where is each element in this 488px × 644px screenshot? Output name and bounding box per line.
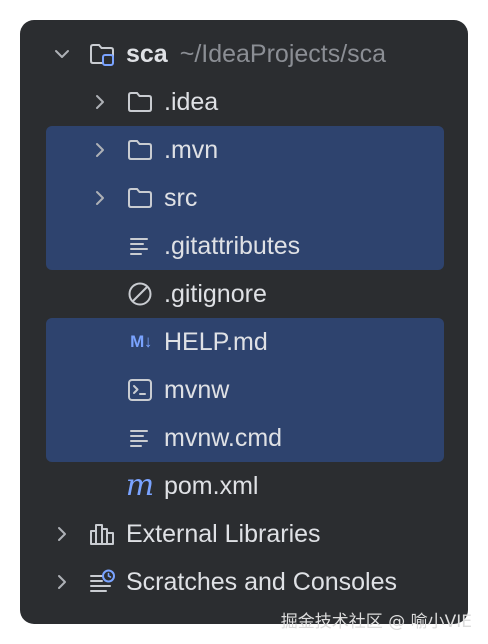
markdown-badge: M↓	[130, 332, 152, 351]
watermark: 掘金技术社区 @ 喻小VIE	[280, 612, 472, 632]
tree-item-scratches[interactable]: Scratches and Consoles	[20, 558, 468, 606]
tree-item-external-libraries[interactable]: External Libraries	[20, 510, 468, 558]
folder-icon	[126, 184, 154, 212]
markdown-file-icon: M↓	[124, 328, 158, 356]
tree-item-label: HELP.md	[164, 328, 268, 356]
tree-item-gitattributes[interactable]: .gitattributes	[20, 222, 468, 270]
terminal-file-icon	[126, 376, 154, 404]
maven-badge: m	[125, 468, 155, 503]
tree-item-label: src	[164, 184, 198, 212]
library-icon	[88, 520, 116, 548]
tree-item-label: mvnw.cmd	[164, 424, 283, 452]
maven-pom-icon: m	[125, 468, 155, 503]
tree-item-mvnw[interactable]: mvnw	[20, 366, 468, 414]
tree-item-label: .idea	[164, 88, 219, 116]
tree-item-label: mvnw	[164, 376, 230, 404]
folder-icon	[126, 88, 154, 116]
tree-item-mvn[interactable]: .mvn	[20, 126, 468, 174]
scratches-icon	[88, 568, 116, 596]
project-name: sca	[126, 40, 168, 68]
chevron-down-icon[interactable]	[52, 44, 72, 64]
project-tree-panel: sca ~/IdeaProjects/sca .idea .mvn src .g…	[20, 20, 468, 624]
tree-item-help-md[interactable]: M↓ HELP.md	[20, 318, 468, 366]
tree-item-label: .gitattributes	[164, 232, 301, 260]
tree-item-idea[interactable]: .idea	[20, 78, 468, 126]
tree-root-sca[interactable]: sca ~/IdeaProjects/sca	[20, 30, 468, 78]
text-file-icon	[126, 424, 154, 452]
tree-item-label: External Libraries	[126, 520, 321, 548]
chevron-right-icon[interactable]	[90, 92, 110, 112]
tree-item-label: Scratches and Consoles	[126, 568, 397, 596]
project-path: ~/IdeaProjects/sca	[179, 40, 387, 68]
tree-item-label: .mvn	[164, 136, 219, 164]
ignored-file-icon	[126, 280, 154, 308]
folder-icon	[126, 136, 154, 164]
tree-item-pom-xml[interactable]: m pom.xml	[20, 462, 468, 510]
tree-item-label: pom.xml	[164, 472, 259, 500]
tree-item-gitignore[interactable]: .gitignore	[20, 270, 468, 318]
tree-item-src[interactable]: src	[20, 174, 468, 222]
text-file-icon	[126, 232, 154, 260]
tree-item-mvnw-cmd[interactable]: mvnw.cmd	[20, 414, 468, 462]
chevron-right-icon[interactable]	[90, 140, 110, 160]
chevron-right-icon[interactable]	[52, 572, 72, 592]
module-folder-icon	[88, 40, 116, 68]
tree-item-label: .gitignore	[164, 280, 267, 308]
chevron-right-icon[interactable]	[90, 188, 110, 208]
chevron-right-icon[interactable]	[52, 524, 72, 544]
